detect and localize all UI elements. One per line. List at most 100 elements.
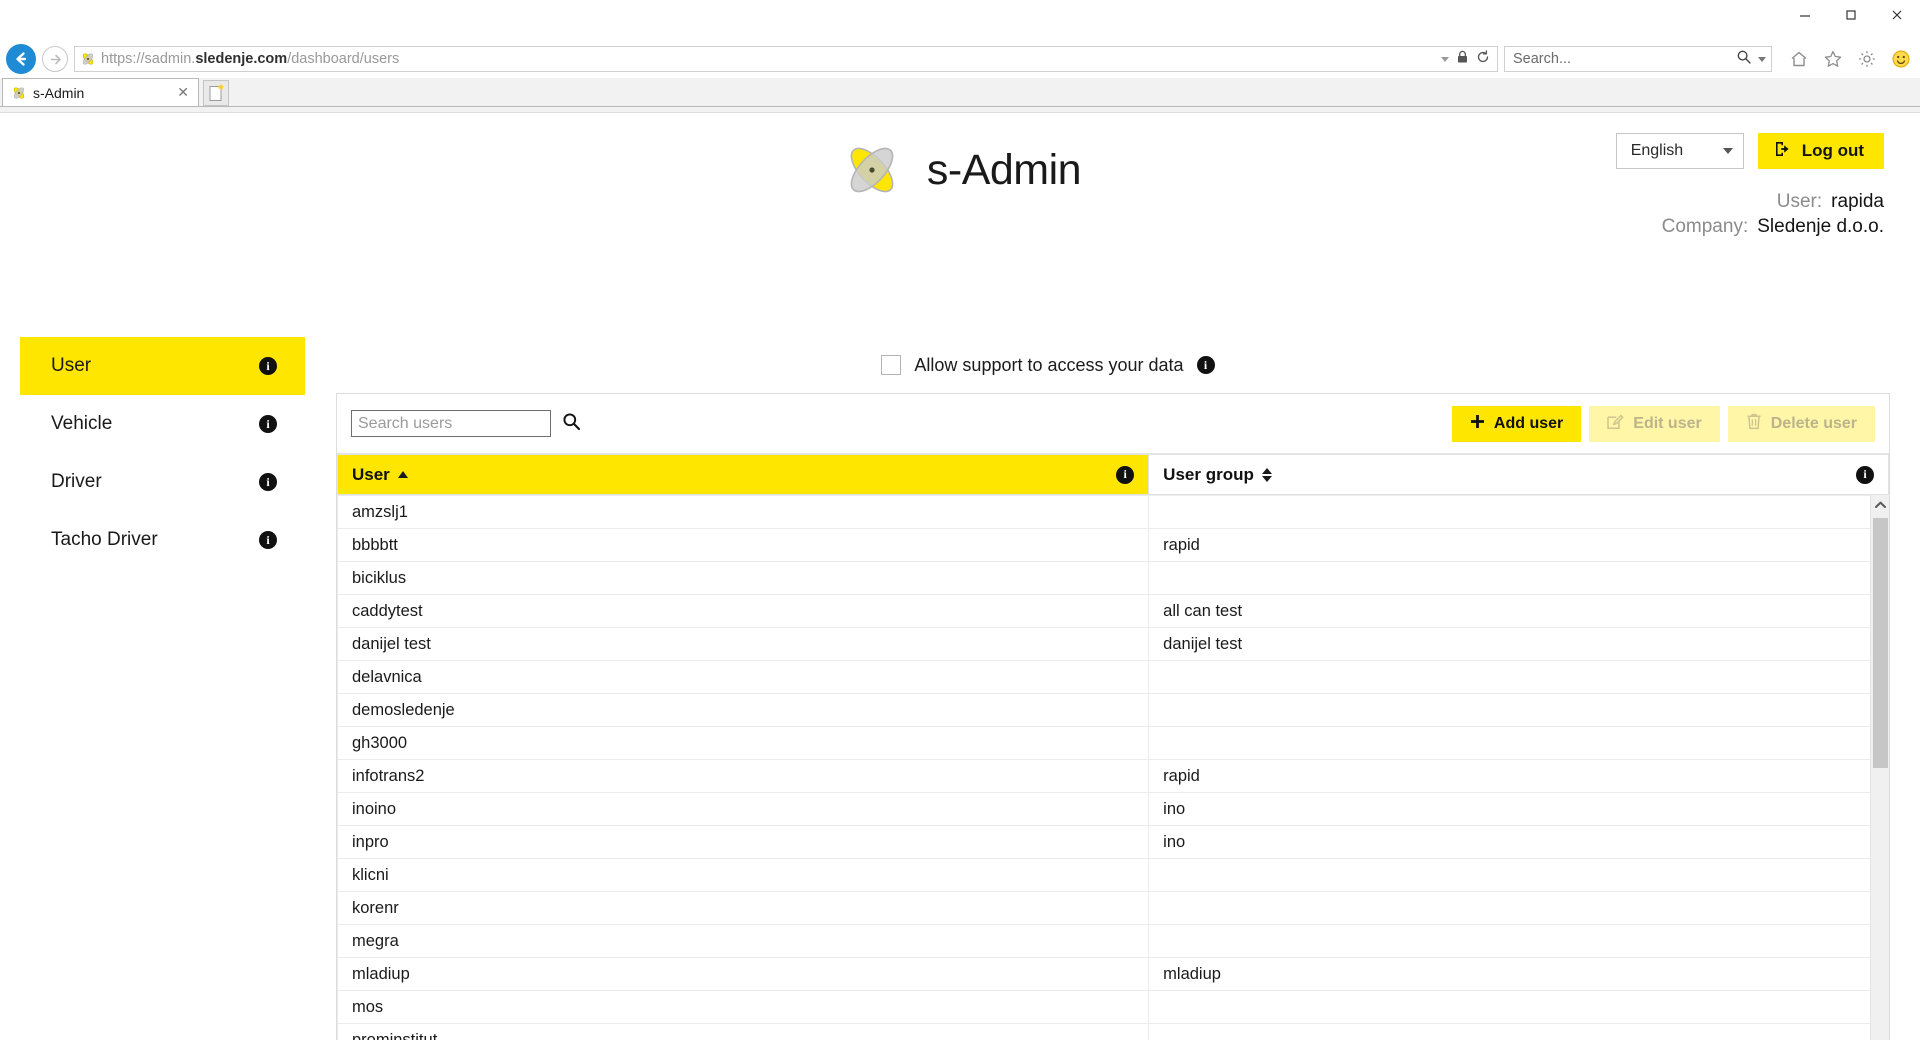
cell-user-group <box>1148 726 1889 760</box>
address-favicon <box>80 51 96 67</box>
delete-user-button[interactable]: Delete user <box>1727 405 1875 442</box>
dropdown-caret-icon[interactable] <box>1441 56 1449 62</box>
sidebar-item-tacho-driver[interactable]: Tacho Driver i <box>20 511 305 569</box>
table-row[interactable]: bbbbtt rapid <box>337 528 1889 562</box>
table-row[interactable]: caddytest all can test <box>337 594 1889 628</box>
new-tab-icon[interactable] <box>203 80 229 106</box>
table-row[interactable]: amzslj1 <box>337 495 1889 529</box>
table-row[interactable]: mladiup mladiup <box>337 957 1889 991</box>
user-label: User: <box>1776 191 1823 212</box>
column-header-user[interactable]: User i <box>336 454 1150 495</box>
column-header-user-group[interactable]: User group i <box>1148 454 1889 495</box>
table-row[interactable]: danijel test danijel test <box>337 627 1889 661</box>
browser-search-box[interactable]: Search... <box>1504 46 1772 72</box>
user-info: User: rapida Company: Sledenje d.o.o. <box>1616 189 1884 239</box>
allow-support-checkbox[interactable] <box>881 355 902 375</box>
company-row: Company: Sledenje d.o.o. <box>1616 214 1884 239</box>
add-user-button[interactable]: Add user <box>1451 405 1582 442</box>
window-maximize-button[interactable] <box>1828 0 1874 30</box>
sidebar-item-driver[interactable]: Driver i <box>20 453 305 511</box>
sidebar-item-label: Vehicle <box>51 413 113 434</box>
s-admin-atom-logo-icon <box>839 137 905 203</box>
chevron-down-icon <box>1722 148 1733 154</box>
table-row[interactable]: mos <box>337 990 1889 1024</box>
sidebar-item-vehicle[interactable]: Vehicle i <box>20 395 305 453</box>
cell-user: klicni <box>337 858 1150 892</box>
info-icon[interactable]: i <box>259 531 277 549</box>
table-row[interactable]: delavnica <box>337 660 1889 694</box>
trash-icon <box>1746 413 1762 435</box>
back-arrow-icon[interactable] <box>6 44 36 74</box>
table-row[interactable]: inpro ino <box>337 825 1889 859</box>
sidebar-item-label: Tacho Driver <box>51 529 158 550</box>
logout-button-label: Log out <box>1801 141 1864 160</box>
table-row[interactable]: infotrans2 rapid <box>337 759 1889 793</box>
user-value: rapida <box>1831 191 1884 212</box>
cell-user: prominstitut <box>337 1023 1150 1040</box>
users-table-body: amzslj1 bbbbtt rapid biciklus caddytest all c… <box>337 495 1889 1040</box>
sidebar-item-user[interactable]: User i <box>20 337 305 395</box>
users-panel: Add user Edit user Delete user <box>336 393 1890 1040</box>
address-bar-url: https://sadmin.sledenje.com/dashboard/us… <box>101 51 1441 67</box>
table-row[interactable]: prominstitut <box>337 1023 1889 1040</box>
window-minimize-button[interactable] <box>1782 0 1828 30</box>
address-bar[interactable]: https://sadmin.sledenje.com/dashboard/us… <box>74 46 1498 72</box>
search-icon[interactable] <box>562 412 581 436</box>
tools-gear-icon[interactable] <box>1856 48 1878 70</box>
table-row[interactable]: biciklus <box>337 561 1889 595</box>
cell-user-group <box>1148 858 1889 892</box>
search-icon[interactable] <box>1736 49 1752 70</box>
home-icon[interactable] <box>1788 48 1810 70</box>
browser-chrome: https://sadmin.sledenje.com/dashboard/us… <box>0 0 1920 113</box>
cell-user: inpro <box>337 825 1150 859</box>
info-icon[interactable]: i <box>1196 356 1215 374</box>
language-select-value: English <box>1630 142 1684 159</box>
table-row[interactable]: inoino ino <box>337 792 1889 826</box>
scroll-up-button[interactable] <box>1871 495 1890 514</box>
favorites-star-icon[interactable] <box>1822 48 1844 70</box>
smiley-feedback-icon[interactable] <box>1890 48 1912 70</box>
lock-icon[interactable] <box>1456 50 1469 69</box>
table-row[interactable]: demosledenje <box>337 693 1889 727</box>
sidebar-item-label: Driver <box>51 471 102 492</box>
column-header-user-label: User <box>352 464 390 484</box>
table-row[interactable]: korenr <box>337 891 1889 925</box>
add-user-label: Add user <box>1493 414 1564 432</box>
info-icon[interactable]: i <box>1116 465 1135 484</box>
search-users-input[interactable] <box>351 410 551 437</box>
info-icon[interactable]: i <box>1856 465 1874 484</box>
table-row[interactable]: klicni <box>337 858 1889 892</box>
search-dropdown-caret-icon[interactable] <box>1758 56 1766 62</box>
logout-button[interactable]: Log out <box>1757 133 1884 169</box>
allow-support-label: Allow support to access your data <box>914 354 1184 375</box>
cell-user: biciklus <box>337 561 1150 595</box>
cell-user-group <box>1148 660 1889 694</box>
scrollbar-thumb[interactable] <box>1873 518 1888 768</box>
scrollbar-track[interactable] <box>1871 514 1889 1040</box>
cell-user: bbbbtt <box>337 528 1150 562</box>
forward-arrow-icon[interactable] <box>42 46 68 72</box>
url-path: /dashboard/users <box>287 51 400 67</box>
language-select[interactable]: English <box>1615 133 1744 169</box>
cell-user: demosledenje <box>337 693 1150 727</box>
url-domain: sledenje.com <box>195 51 288 67</box>
info-icon[interactable]: i <box>259 357 277 375</box>
window-close-button[interactable] <box>1874 0 1920 30</box>
browser-navigation-bar: https://sadmin.sledenje.com/dashboard/us… <box>0 40 1920 78</box>
cell-user: danijel test <box>337 627 1150 661</box>
cell-user-group <box>1148 693 1889 727</box>
info-icon[interactable]: i <box>259 415 277 433</box>
main-content: Allow support to access your data i Ad <box>336 337 1890 1040</box>
edit-user-button[interactable]: Edit user <box>1589 405 1720 442</box>
table-row[interactable]: gh3000 <box>337 726 1889 760</box>
refresh-icon[interactable] <box>1476 49 1490 69</box>
edit-user-label: Edit user <box>1633 414 1702 432</box>
table-row[interactable]: megra <box>337 924 1889 958</box>
cell-user: caddytest <box>337 594 1150 628</box>
cell-user-group <box>1148 1023 1889 1040</box>
cell-user-group <box>1148 990 1889 1024</box>
browser-tab[interactable]: s-Admin ✕ <box>2 78 199 106</box>
table-vertical-scrollbar[interactable] <box>1870 495 1889 1040</box>
tab-close-icon[interactable]: ✕ <box>174 84 192 101</box>
info-icon[interactable]: i <box>259 473 277 491</box>
